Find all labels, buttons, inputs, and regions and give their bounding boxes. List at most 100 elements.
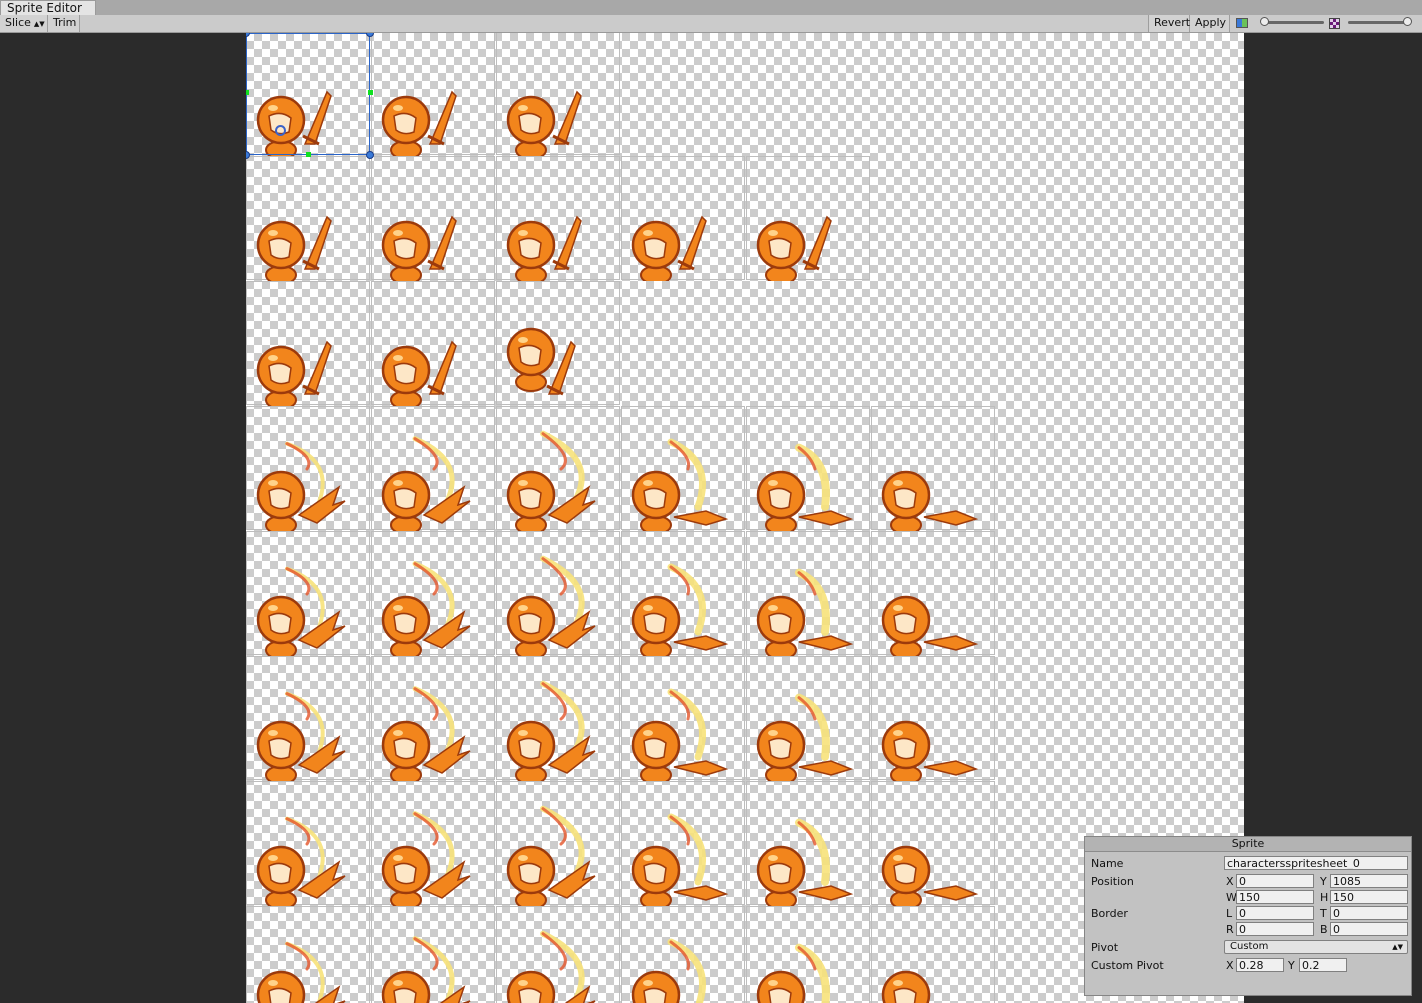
- width-field[interactable]: 150: [1236, 890, 1314, 904]
- sprite-cell[interactable]: [496, 406, 620, 531]
- sprite-cell[interactable]: [496, 531, 620, 656]
- sprite-frame-image: [881, 595, 979, 656]
- sprite-cell[interactable]: [246, 281, 370, 406]
- mip-slider-knob[interactable]: [1403, 17, 1412, 26]
- revert-button[interactable]: Revert: [1148, 15, 1190, 32]
- h-sublabel: H: [1320, 891, 1329, 904]
- checker-alpha-icon[interactable]: [1329, 18, 1340, 29]
- sprite-frame-image: [756, 693, 854, 781]
- sprite-cell[interactable]: [371, 531, 495, 656]
- sprite-cell[interactable]: [621, 406, 745, 531]
- sprite-cell[interactable]: [871, 531, 995, 656]
- apply-button[interactable]: Apply: [1190, 15, 1230, 32]
- sprite-cell[interactable]: [371, 406, 495, 531]
- sprite-cell[interactable]: [371, 156, 495, 281]
- r-sublabel: R: [1226, 923, 1234, 936]
- sprite-cell[interactable]: [246, 656, 370, 781]
- pivot-label: Pivot: [1091, 941, 1119, 954]
- custom-pivot-x-field[interactable]: 0.28: [1236, 958, 1284, 972]
- sprite-cell[interactable]: [246, 531, 370, 656]
- zoom-slider-knob[interactable]: [1260, 17, 1269, 26]
- t-sublabel: T: [1320, 907, 1327, 920]
- pivot-dropdown[interactable]: Custom ▲▼: [1224, 940, 1408, 954]
- sprite-cell[interactable]: [496, 781, 620, 906]
- sprite-cell[interactable]: [871, 406, 995, 531]
- custom-pivot-y-field[interactable]: 0.2: [1299, 958, 1347, 972]
- toolbar: Slice ▲▼ Trim Revert Apply: [0, 15, 1422, 33]
- border-right-field[interactable]: 0: [1236, 922, 1314, 936]
- corner-handle-br[interactable]: [366, 151, 374, 159]
- sprite-cell[interactable]: [621, 906, 745, 1003]
- sprite-cell[interactable]: [371, 906, 495, 1003]
- color-channel-icon[interactable]: [1236, 18, 1248, 28]
- panel-title: Sprite: [1085, 837, 1411, 852]
- sprite-frame-image: [756, 568, 854, 656]
- edge-handle-bottom[interactable]: [306, 152, 311, 157]
- sprite-cell[interactable]: [621, 781, 745, 906]
- sprite-frame-image: [881, 970, 931, 1003]
- pivot-handle[interactable]: [275, 125, 286, 136]
- sprite-cell[interactable]: [371, 281, 495, 406]
- sprite-frame-image: [256, 566, 346, 656]
- sprite-frame-image: [631, 438, 729, 531]
- sprite-cell[interactable]: [246, 156, 370, 281]
- trim-button[interactable]: Trim: [48, 15, 80, 32]
- sprite-cell[interactable]: [496, 156, 620, 281]
- selected-sprite-rect[interactable]: [246, 33, 370, 155]
- sprite-cell[interactable]: [871, 906, 995, 1003]
- sprite-frame-image: [506, 430, 596, 531]
- sprite-frame-image: [631, 938, 706, 1003]
- sprite-cell[interactable]: [496, 281, 620, 405]
- sprite-cell[interactable]: [621, 156, 745, 281]
- sprite-cell[interactable]: [371, 33, 495, 156]
- border-left-field[interactable]: 0: [1236, 906, 1314, 920]
- position-y-field[interactable]: 1085: [1330, 874, 1408, 888]
- zoom-slider[interactable]: [1260, 17, 1324, 26]
- sprite-cell[interactable]: [746, 906, 870, 1003]
- sprite-cell[interactable]: [246, 406, 370, 531]
- mip-slider[interactable]: [1348, 17, 1412, 26]
- sprite-frame-image: [381, 436, 471, 531]
- sprite-cell[interactable]: [496, 906, 620, 1003]
- sprite-frame-image: [756, 818, 854, 906]
- sprite-cell[interactable]: [871, 656, 995, 781]
- sprite-frame-image: [381, 90, 457, 156]
- sprite-frame-image: [381, 686, 471, 781]
- sprite-cell[interactable]: [746, 156, 870, 281]
- sprite-editor-tab[interactable]: Sprite Editor: [0, 0, 96, 15]
- sprite-cell[interactable]: [371, 656, 495, 781]
- sprite-frame-image: [256, 941, 346, 1003]
- slice-dropdown[interactable]: Slice ▲▼: [0, 15, 48, 32]
- sprite-cell[interactable]: [746, 781, 870, 906]
- sprite-cell[interactable]: [871, 781, 995, 906]
- sprite-frame-image: [756, 443, 854, 531]
- sprite-cell[interactable]: [371, 781, 495, 906]
- b-sublabel: B: [1320, 923, 1328, 936]
- edge-handle-right[interactable]: [368, 90, 373, 95]
- sprite-frame-image: [256, 816, 346, 906]
- window-tab-bar: Sprite Editor: [0, 0, 1422, 16]
- sprite-cell[interactable]: [746, 531, 870, 656]
- sprite-cell[interactable]: [246, 906, 370, 1003]
- sprite-frame-image: [381, 811, 471, 906]
- sprite-cell[interactable]: [746, 406, 870, 531]
- sprite-cell[interactable]: [746, 656, 870, 781]
- position-x-field[interactable]: 0: [1236, 874, 1314, 888]
- name-field[interactable]: charactersspritesheet_0: [1224, 856, 1408, 870]
- sprite-frame-image: [506, 805, 596, 906]
- sprite-properties-panel: Sprite Name charactersspritesheet_0 Posi…: [1084, 836, 1412, 996]
- sprite-cell[interactable]: [621, 656, 745, 781]
- sprite-cell[interactable]: [246, 781, 370, 906]
- pivot-y-sublabel: Y: [1288, 959, 1295, 972]
- position-label: Position: [1091, 875, 1134, 888]
- sprite-cell[interactable]: [621, 531, 745, 656]
- border-bottom-field[interactable]: 0: [1330, 922, 1408, 936]
- sprite-frame-image: [506, 680, 596, 781]
- edge-handle-left[interactable]: [246, 90, 249, 95]
- slice-label: Slice: [5, 16, 31, 29]
- height-field[interactable]: 150: [1330, 890, 1408, 904]
- sprite-cell[interactable]: [496, 33, 620, 156]
- border-label: Border: [1091, 907, 1128, 920]
- border-top-field[interactable]: 0: [1330, 906, 1408, 920]
- sprite-cell[interactable]: [496, 656, 620, 781]
